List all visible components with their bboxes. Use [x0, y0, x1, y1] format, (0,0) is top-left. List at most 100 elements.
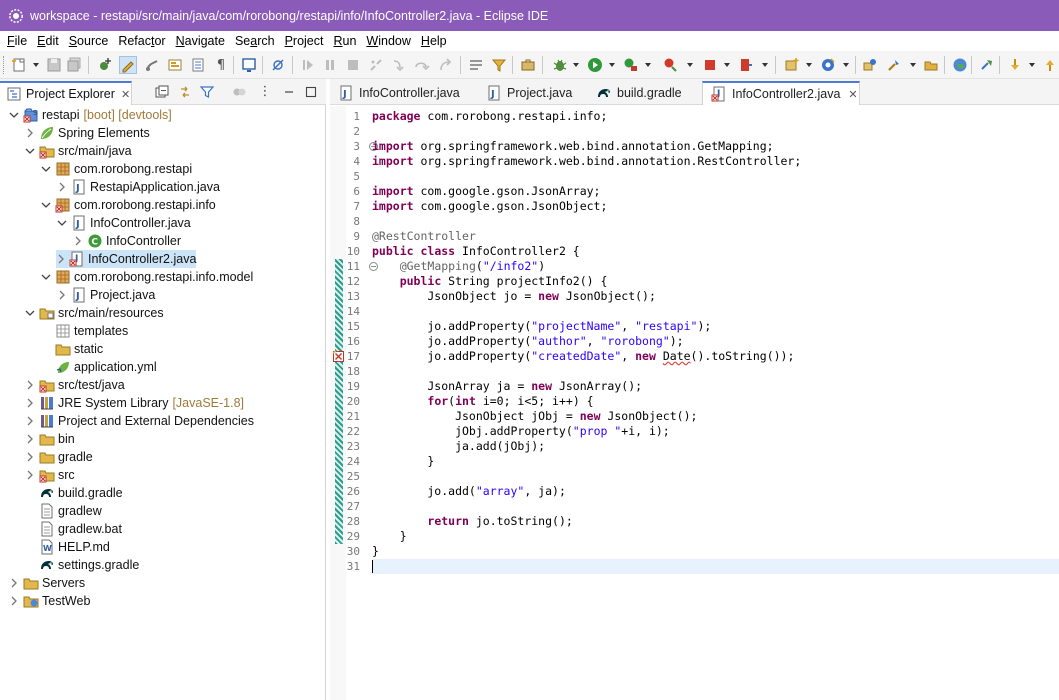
- next-annotation-dropdown-icon[interactable]: [1029, 63, 1035, 67]
- code-line[interactable]: [372, 499, 1059, 514]
- menu-window[interactable]: Window: [362, 34, 414, 48]
- highlight-icon[interactable]: [119, 56, 137, 74]
- code-line[interactable]: jObj.addProperty("prop "+i, i);: [372, 424, 1059, 439]
- code-line[interactable]: [372, 364, 1059, 379]
- tree-item-servers[interactable]: Servers: [8, 574, 85, 592]
- focus-active-task-icon[interactable]: [231, 84, 247, 100]
- code-line[interactable]: jo.addProperty("author", "rorobong");: [372, 334, 1059, 349]
- new-java-class-icon[interactable]: [96, 56, 114, 74]
- code-line[interactable]: ja.add(jObj);: [372, 439, 1059, 454]
- suspend-icon[interactable]: [321, 56, 339, 74]
- tree-item-gradle[interactable]: gradle: [24, 448, 93, 466]
- tree-item-src-main-resources[interactable]: src/main/resources: [24, 304, 164, 322]
- new-icon[interactable]: [10, 56, 28, 74]
- tree-item-bin[interactable]: bin: [24, 430, 75, 448]
- code-line[interactable]: @GetMapping("/info2"): [372, 259, 1059, 274]
- maximize-icon[interactable]: [303, 84, 319, 100]
- coverage-icon[interactable]: [622, 56, 640, 74]
- tree-item-restapi[interactable]: Srestapi [boot] [devtools]: [8, 106, 172, 124]
- next-annotation-icon[interactable]: [1006, 56, 1024, 74]
- disconnect-icon[interactable]: [367, 56, 385, 74]
- chevron-right-icon[interactable]: [24, 415, 36, 427]
- open-type-hierarchy-icon[interactable]: [861, 56, 879, 74]
- chevron-right-icon[interactable]: [8, 577, 20, 589]
- tab-project-explorer[interactable]: Project Explorer ✕: [0, 81, 132, 105]
- code-line[interactable]: [372, 214, 1059, 229]
- tree-item-src[interactable]: src: [24, 466, 75, 484]
- link-with-editor-icon[interactable]: [177, 84, 193, 100]
- tree-item-help-md[interactable]: W HELP.md: [24, 538, 110, 556]
- code-line[interactable]: }: [372, 529, 1059, 544]
- run-icon[interactable]: [586, 56, 604, 74]
- code-line[interactable]: import org.springframework.web.bind.anno…: [372, 139, 1059, 154]
- chevron-down-icon[interactable]: [40, 271, 52, 283]
- tree-item-restapiapplication-java[interactable]: J RestapiApplication.java: [56, 178, 220, 196]
- search-dropdown-icon[interactable]: [910, 63, 916, 67]
- previous-annotation-icon[interactable]: [1041, 56, 1059, 74]
- chevron-right-icon[interactable]: [24, 469, 36, 481]
- code-line[interactable]: [372, 559, 1059, 574]
- code-line[interactable]: JsonObject jo = new JsonObject();: [372, 289, 1059, 304]
- code-line[interactable]: public String projectInfo2() {: [372, 274, 1059, 289]
- code-line[interactable]: import com.google.gson.JsonObject;: [372, 199, 1059, 214]
- code-line[interactable]: [372, 304, 1059, 319]
- tab-project-java[interactable]: J Project.java: [478, 81, 572, 105]
- code-line[interactable]: public class InfoController2 {: [372, 244, 1059, 259]
- chevron-right-icon[interactable]: [56, 181, 68, 193]
- collapse-all-icon[interactable]: [154, 84, 170, 100]
- tab-build-gradle[interactable]: build.gradle: [588, 81, 682, 105]
- tab-infocontroller-java[interactable]: J InfoController.java: [330, 81, 460, 105]
- terminate-icon[interactable]: [344, 56, 362, 74]
- open-perspective-dropdown-icon[interactable]: [843, 63, 849, 67]
- toggle-mark-icon[interactable]: [143, 56, 161, 74]
- error-marker-icon[interactable]: [332, 350, 344, 362]
- tree-item-testweb[interactable]: TestWeb: [8, 592, 90, 610]
- chevron-right-icon[interactable]: [24, 451, 36, 463]
- code-line[interactable]: jo.addProperty("projectName", "restapi")…: [372, 319, 1059, 334]
- chevron-right-icon[interactable]: [24, 397, 36, 409]
- chevron-down-icon[interactable]: [24, 307, 36, 319]
- chevron-down-icon[interactable]: [24, 145, 36, 157]
- tab-infocontroller2-java[interactable]: J InfoController2.java ✕: [702, 81, 860, 105]
- tree-item-gradlew-bat[interactable]: gradlew.bat: [24, 520, 122, 538]
- chevron-right-icon[interactable]: [24, 379, 36, 391]
- step-return-icon[interactable]: [436, 56, 454, 74]
- tree-item-project-and-external-dependencies[interactable]: Project and External Dependencies: [24, 412, 254, 430]
- menu-search[interactable]: Search: [231, 34, 279, 48]
- code-line[interactable]: JsonObject jObj = new JsonObject();: [372, 409, 1059, 424]
- debug-dropdown-icon[interactable]: [573, 63, 579, 67]
- code-line[interactable]: package com.rorobong.restapi.info;: [372, 109, 1059, 124]
- tree-item-src-main-java[interactable]: src/main/java: [24, 142, 132, 160]
- menu-refactor[interactable]: Refactor: [114, 34, 169, 48]
- globe-icon[interactable]: [951, 56, 969, 74]
- menu-navigate[interactable]: Navigate: [172, 34, 229, 48]
- refresh-icon[interactable]: [978, 56, 996, 74]
- new-package-icon[interactable]: [783, 56, 801, 74]
- tree-item-com-rorobong-restapi[interactable]: com.rorobong.restapi: [40, 160, 192, 178]
- tree-item-infocontroller-java[interactable]: J InfoController.java: [56, 214, 191, 232]
- code-line[interactable]: return jo.toString();: [372, 514, 1059, 529]
- tree-item-jre-system-library[interactable]: JRE System Library [JavaSE-1.8]: [24, 394, 244, 412]
- step-over-icon[interactable]: [413, 56, 431, 74]
- tree-item-com-rorobong-restapi-info[interactable]: com.rorobong.restapi.info: [40, 196, 216, 214]
- close-icon[interactable]: ✕: [848, 88, 857, 101]
- tree-item-src-test-java[interactable]: src/test/java: [24, 376, 125, 394]
- open-perspective-icon[interactable]: [819, 56, 837, 74]
- code-line[interactable]: [372, 469, 1059, 484]
- tree-item-templates[interactable]: templates: [40, 322, 128, 340]
- run-last-tool-icon[interactable]: [661, 56, 679, 74]
- code-line[interactable]: for(int i=0; i<5; i++) {: [372, 394, 1059, 409]
- code-line[interactable]: [372, 169, 1059, 184]
- code-line[interactable]: }: [372, 544, 1059, 559]
- chevron-right-icon[interactable]: [56, 289, 68, 301]
- search-icon[interactable]: [885, 56, 903, 74]
- menu-help[interactable]: Help: [417, 34, 451, 48]
- stop-icon[interactable]: [701, 56, 719, 74]
- new-package-dropdown-icon[interactable]: [806, 63, 812, 67]
- open-task-folder-icon[interactable]: [922, 56, 940, 74]
- chevron-down-icon[interactable]: [40, 199, 52, 211]
- use-step-filters-icon[interactable]: [490, 56, 508, 74]
- coverage-dropdown-icon[interactable]: [645, 63, 651, 67]
- minimize-icon[interactable]: [281, 84, 297, 100]
- menu-file[interactable]: File: [3, 34, 31, 48]
